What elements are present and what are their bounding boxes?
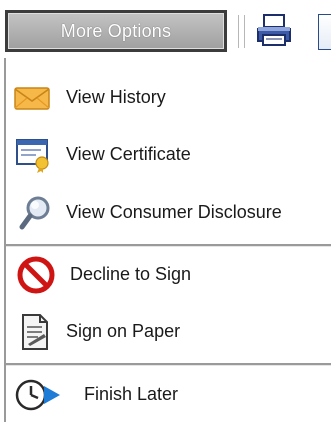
- menu-item-label: Finish Later: [84, 384, 179, 405]
- document-icon: [20, 313, 50, 351]
- prohibited-icon: [16, 255, 56, 295]
- toolbar-separator: [244, 15, 245, 48]
- clock-arrow-icon: [14, 377, 66, 413]
- menu-divider: [6, 363, 331, 366]
- printer-icon: [255, 13, 293, 52]
- more-options-label: More Options: [60, 20, 172, 41]
- magnifier-icon: [18, 194, 52, 232]
- toolbar: More Options: [0, 0, 331, 58]
- menu-item-decline-to-sign[interactable]: Decline to Sign: [6, 247, 331, 303]
- menu-item-sign-on-paper[interactable]: Sign on Paper: [6, 304, 331, 360]
- menu-item-finish-later[interactable]: Finish Later: [6, 367, 331, 423]
- menu-item-label: View History: [66, 87, 166, 108]
- envelope-icon: [12, 84, 52, 112]
- menu-item-label: View Certificate: [66, 144, 191, 165]
- toolbar-separator: [238, 15, 239, 48]
- menu-item-view-certificate[interactable]: View Certificate: [6, 127, 331, 183]
- menu-item-view-history[interactable]: View History: [6, 70, 331, 126]
- print-button[interactable]: [253, 12, 295, 52]
- more-options-button[interactable]: More Options: [5, 10, 227, 52]
- more-options-menu: View History View Certificate View Consu…: [4, 58, 331, 422]
- menu-item-label: Decline to Sign: [70, 264, 192, 285]
- menu-item-view-consumer-disclosure[interactable]: View Consumer Disclosure: [6, 185, 331, 241]
- certificate-icon: [14, 136, 54, 174]
- menu-item-label: View Consumer Disclosure: [66, 202, 282, 223]
- menu-item-label: Sign on Paper: [66, 321, 181, 342]
- toolbar-button-partial[interactable]: [318, 14, 331, 50]
